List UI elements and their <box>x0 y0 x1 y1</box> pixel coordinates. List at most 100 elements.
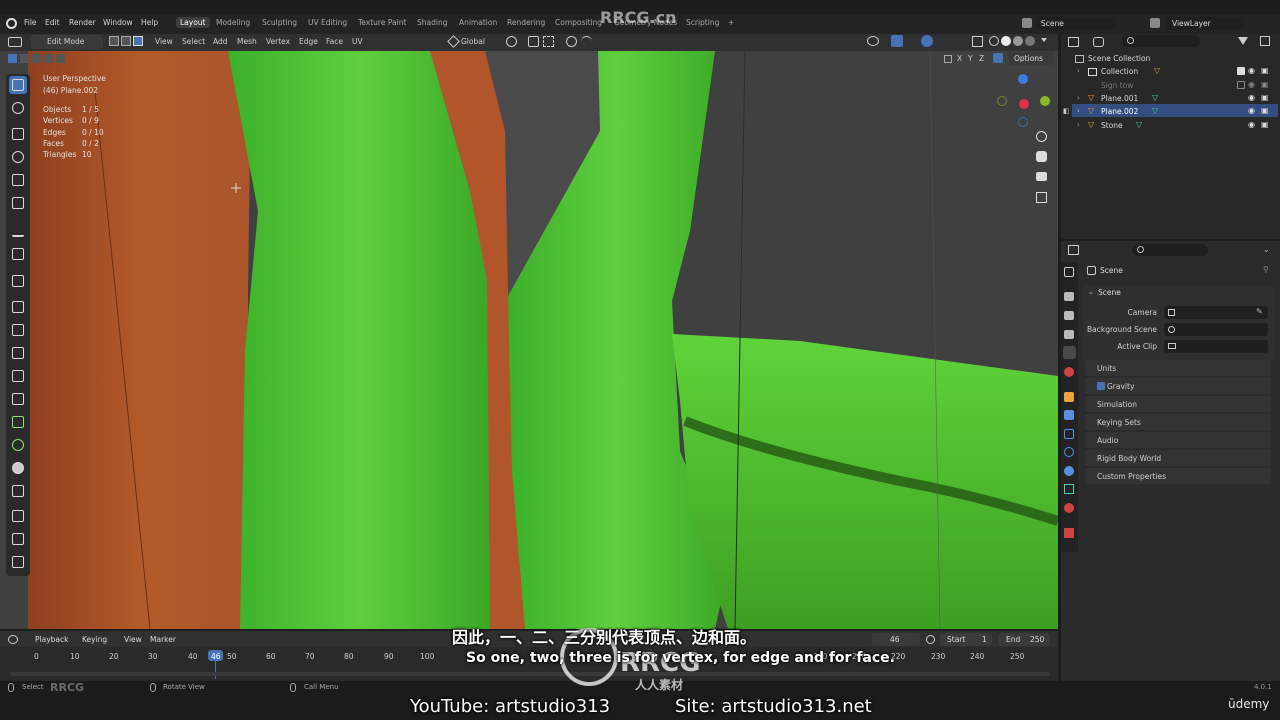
outliner-item-sign-tow[interactable]: Sign tow <box>1101 81 1133 90</box>
scene-icon[interactable] <box>1022 18 1032 28</box>
timeline-scrollbar[interactable] <box>10 672 1050 676</box>
object-tab-icon[interactable] <box>1064 392 1074 402</box>
pivot-icon[interactable] <box>506 36 517 47</box>
view-layer-tab-icon[interactable] <box>1064 330 1074 339</box>
stone-render-icon[interactable]: ▣ <box>1261 120 1269 129</box>
camera-field[interactable] <box>1164 306 1268 319</box>
eyedropper-icon[interactable]: ✎ <box>1256 307 1263 316</box>
keying-sets-panel[interactable]: Keying Sets <box>1085 414 1271 430</box>
rigid-body-world-panel[interactable]: Rigid Body World <box>1085 450 1271 466</box>
menu-file[interactable]: File <box>24 18 37 27</box>
pan-hand-icon[interactable] <box>1036 151 1047 162</box>
texture-tab-icon[interactable] <box>1064 528 1074 538</box>
shear-tool-icon[interactable] <box>9 530 27 548</box>
tab-rendering[interactable]: Rendering <box>507 18 545 27</box>
timeline-menu-view[interactable]: View <box>124 635 142 644</box>
tab-animation[interactable]: Animation <box>459 18 497 27</box>
scene-tab-icon[interactable] <box>1063 346 1076 359</box>
scale-tool-icon[interactable] <box>9 171 27 189</box>
properties-options-chevron-icon[interactable]: ⌄ <box>1263 245 1270 254</box>
audio-panel[interactable]: Audio <box>1085 432 1271 448</box>
timeline-menu-marker[interactable]: Marker <box>150 635 176 644</box>
outliner-item-collection[interactable]: Collection <box>1101 67 1138 76</box>
menu-window[interactable]: Window <box>103 18 133 27</box>
select-subtract-icon[interactable] <box>32 54 41 63</box>
select-intersect-icon[interactable] <box>56 54 65 63</box>
clock-icon[interactable] <box>926 635 935 644</box>
proportional-edit-icon[interactable] <box>566 36 577 47</box>
poly-build-tool-icon[interactable] <box>9 413 27 431</box>
edit-mode-indicator-icon[interactable]: ◧ <box>1063 107 1070 115</box>
tab-shading[interactable]: Shading <box>417 18 447 27</box>
stone-visibility-icon[interactable]: ◉ <box>1248 120 1255 129</box>
editor-type-icon[interactable] <box>8 37 22 47</box>
menu-edit[interactable]: Edit <box>45 18 60 27</box>
annotate-tool-icon[interactable] <box>9 222 27 240</box>
extrude-tool-icon[interactable] <box>9 298 27 316</box>
material-tab-icon[interactable] <box>1064 503 1074 513</box>
constraints-tab-icon[interactable] <box>1064 466 1074 476</box>
render-tab-icon[interactable] <box>1064 292 1074 301</box>
menu-uv[interactable]: UV <box>352 37 363 46</box>
data-tab-icon[interactable] <box>1064 484 1074 494</box>
plane002-expand-icon[interactable]: › <box>1077 107 1080 115</box>
orientation-selector[interactable]: Global <box>461 37 485 46</box>
falloff-icon[interactable] <box>581 36 592 47</box>
tool-tab-icon[interactable] <box>1064 267 1074 277</box>
new-collection-icon[interactable] <box>1260 36 1270 46</box>
overlay-icon[interactable] <box>921 35 933 47</box>
outliner-item-plane001[interactable]: Plane.001 <box>1101 94 1138 103</box>
auto-merge-icon[interactable] <box>993 53 1003 63</box>
collection-checkbox[interactable] <box>1237 67 1245 75</box>
tab-compositing[interactable]: Compositing <box>555 18 602 27</box>
plane001-expand-icon[interactable]: › <box>1077 94 1080 102</box>
output-tab-icon[interactable] <box>1064 311 1074 320</box>
outliner-filter-icon[interactable] <box>1238 37 1248 45</box>
plane002-render-icon[interactable]: ▣ <box>1261 106 1269 115</box>
world-tab-icon[interactable] <box>1064 367 1074 377</box>
nav-gizmo-neg-y-icon[interactable] <box>997 96 1007 106</box>
spin-tool-icon[interactable] <box>9 436 27 454</box>
rotate-tool-icon[interactable] <box>9 148 27 166</box>
menu-view[interactable]: View <box>155 37 173 46</box>
select-extend-icon[interactable] <box>20 54 29 63</box>
sign-tow-checkbox[interactable] <box>1237 81 1245 89</box>
plane001-render-icon[interactable]: ▣ <box>1261 93 1269 102</box>
knife-tool-icon[interactable] <box>9 390 27 408</box>
cursor-tool-icon[interactable] <box>9 99 27 117</box>
plane001-visibility-icon[interactable]: ◉ <box>1248 93 1255 102</box>
mirror-icon[interactable] <box>944 55 952 63</box>
outliner-scene-collection[interactable]: Scene Collection <box>1088 54 1150 63</box>
outliner-item-stone[interactable]: Stone <box>1101 121 1123 130</box>
loop-cut-tool-icon[interactable] <box>9 367 27 385</box>
menu-edge[interactable]: Edge <box>299 37 318 46</box>
select-tool-icon[interactable] <box>9 76 27 94</box>
particles-tab-icon[interactable] <box>1064 429 1074 439</box>
gravity-panel[interactable]: Gravity <box>1085 378 1271 394</box>
background-scene-field[interactable] <box>1164 323 1268 336</box>
shrink-fatten-tool-icon[interactable] <box>9 507 27 525</box>
edge-select-icon[interactable] <box>121 36 131 46</box>
custom-properties-panel[interactable]: Custom Properties <box>1085 468 1271 484</box>
sign-tow-render-icon[interactable]: ▣ <box>1261 80 1269 89</box>
collection-render-icon[interactable]: ▣ <box>1261 66 1269 75</box>
units-panel[interactable]: Units <box>1085 360 1271 376</box>
camera-view-icon[interactable] <box>1036 172 1047 181</box>
measure-tool-icon[interactable] <box>9 245 27 263</box>
nav-gizmo-x-icon[interactable] <box>1019 99 1029 109</box>
rendered-shading-icon[interactable] <box>1025 36 1035 46</box>
outliner-display-mode-icon[interactable] <box>1093 37 1104 47</box>
visibility-icon[interactable] <box>867 36 879 46</box>
collection-visibility-icon[interactable]: ◉ <box>1248 66 1255 75</box>
menu-vertex[interactable]: Vertex <box>266 37 290 46</box>
snap-icon[interactable] <box>528 36 539 47</box>
tab-sculpting[interactable]: Sculpting <box>262 18 297 27</box>
physics-tab-icon[interactable] <box>1064 447 1074 457</box>
mirror-x-toggle[interactable]: X <box>957 54 962 63</box>
menu-render[interactable]: Render <box>69 18 96 27</box>
perspective-toggle-icon[interactable] <box>1036 192 1047 203</box>
tab-layout[interactable]: Layout <box>176 17 210 28</box>
outliner-editor-icon[interactable] <box>1068 37 1079 47</box>
mirror-z-toggle[interactable]: Z <box>979 54 984 63</box>
gizmo-icon[interactable] <box>891 35 903 47</box>
